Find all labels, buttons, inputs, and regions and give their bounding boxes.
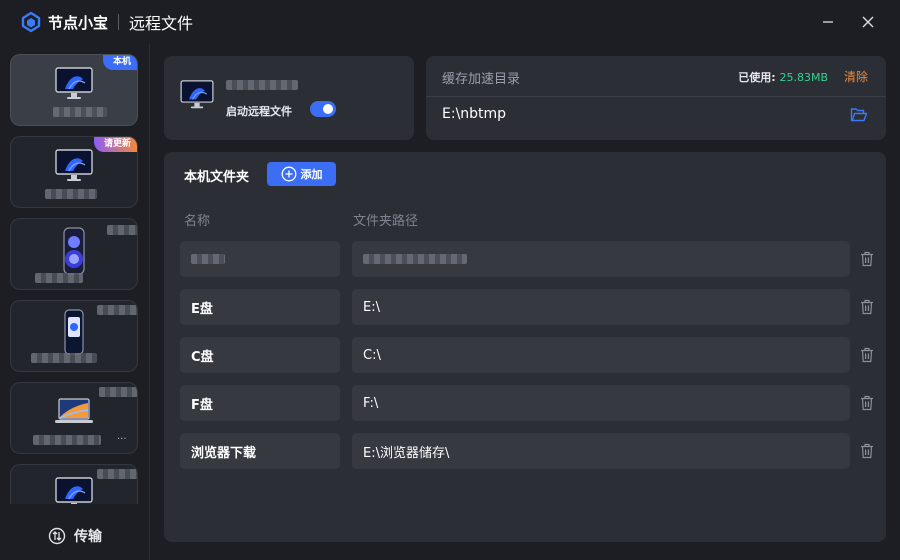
folder-row: [180, 241, 880, 277]
local-folders-panel: 本机文件夹 添加 名称 文件夹路径 E盘 E:\ C盘 C:\ F盘 F:\ 浏…: [164, 152, 886, 542]
device-card-local[interactable]: 本机: [10, 54, 138, 126]
device-card-phone-2[interactable]: [10, 300, 138, 372]
minimize-button[interactable]: [816, 10, 840, 34]
folder-open-icon[interactable]: [850, 107, 868, 123]
folder-row: 浏览器下载 E:\浏览器储存\: [180, 433, 880, 469]
device-name-redacted: [45, 189, 97, 199]
add-folder-label: 添加: [300, 168, 323, 181]
device-label-redacted: [107, 225, 137, 235]
folder-path-cell: E:\浏览器储存\: [352, 433, 850, 469]
trash-icon[interactable]: [860, 395, 874, 411]
trash-icon[interactable]: [860, 347, 874, 363]
cache-used-value: 25.83MB: [779, 71, 828, 84]
folder-name-cell: C盘: [180, 337, 340, 373]
device-card-phone-1[interactable]: [10, 218, 138, 290]
plus-circle-icon: [281, 166, 296, 182]
transfer-label: 传输: [74, 529, 102, 545]
device-label-redacted: [99, 387, 137, 397]
trash-icon[interactable]: [860, 443, 874, 459]
folder-name-cell: [180, 241, 340, 277]
close-icon: [862, 16, 874, 28]
app-name: 节点小宝: [48, 13, 109, 32]
device-label-redacted: [97, 469, 137, 479]
title-bar: 节点小宝 远程文件: [0, 0, 900, 44]
remote-files-toggle-label: 启动远程文件: [226, 105, 292, 118]
folder-path-cell: F:\: [352, 385, 850, 421]
device-name-redacted: [35, 273, 83, 283]
divider: [426, 96, 886, 97]
column-header-path: 文件夹路径: [353, 214, 419, 229]
monitor-icon: [55, 149, 93, 181]
cache-title: 缓存加速目录: [442, 72, 521, 87]
device-name-ellipsis: ...: [117, 431, 127, 442]
folder-path-redacted: [363, 254, 467, 264]
device-card-laptop[interactable]: ...: [10, 382, 138, 454]
folder-path-cell: [352, 241, 850, 277]
cache-used-label: 已使用:: [738, 71, 776, 84]
device-card-update[interactable]: 请更新: [10, 136, 138, 208]
folder-name-cell: E盘: [180, 289, 340, 325]
laptop-icon: [55, 398, 93, 423]
monitor-icon: [180, 80, 214, 109]
folder-path-cell: E:\: [352, 289, 850, 325]
remote-file-card: 启动远程文件: [164, 56, 414, 140]
cache-directory-card: 缓存加速目录 已使用: 25.83MB 清除 E:\nbtmp: [426, 56, 886, 140]
device-list: 本机 请更新 ...: [10, 54, 140, 504]
folder-name-cell: 浏览器下载: [180, 433, 340, 469]
folder-name-cell: F盘: [180, 385, 340, 421]
cache-usage: 已使用: 25.83MB: [738, 69, 828, 85]
transfer-button[interactable]: 传输: [0, 526, 150, 546]
transfer-icon: [48, 527, 66, 545]
folder-row: F盘 F:\: [180, 385, 880, 421]
local-badge: 本机: [102, 55, 137, 70]
add-folder-button[interactable]: 添加: [267, 162, 336, 186]
folder-path-cell: C:\: [352, 337, 850, 373]
window-title: 远程文件: [129, 14, 194, 33]
minimize-icon: [823, 21, 833, 23]
trash-icon[interactable]: [860, 251, 874, 267]
phone-icon: [63, 227, 85, 275]
device-label-redacted: [97, 305, 137, 315]
device-card-pc-2[interactable]: [10, 464, 138, 504]
clear-cache-button[interactable]: 清除: [844, 68, 868, 85]
device-name-redacted: [53, 107, 107, 117]
update-badge: 请更新: [93, 137, 137, 152]
remote-files-toggle[interactable]: [310, 101, 336, 117]
device-sidebar: 本机 请更新 ... 传输: [0, 44, 150, 560]
local-folders-title: 本机文件夹: [184, 170, 250, 185]
monitor-icon: [55, 67, 93, 99]
close-button[interactable]: [856, 10, 880, 34]
device-name-redacted: [31, 353, 97, 363]
phone-icon: [64, 309, 84, 355]
title-separator: [118, 14, 120, 30]
device-name-redacted: [33, 435, 101, 445]
cache-path: E:\nbtmp: [442, 106, 507, 122]
folder-name-redacted: [191, 254, 225, 264]
trash-icon[interactable]: [860, 299, 874, 315]
monitor-icon: [55, 477, 93, 504]
remote-device-name-redacted: [226, 80, 298, 90]
folder-row: E盘 E:\: [180, 289, 880, 325]
app-logo-icon: [21, 11, 41, 33]
column-header-name: 名称: [184, 214, 211, 229]
folder-row: C盘 C:\: [180, 337, 880, 373]
